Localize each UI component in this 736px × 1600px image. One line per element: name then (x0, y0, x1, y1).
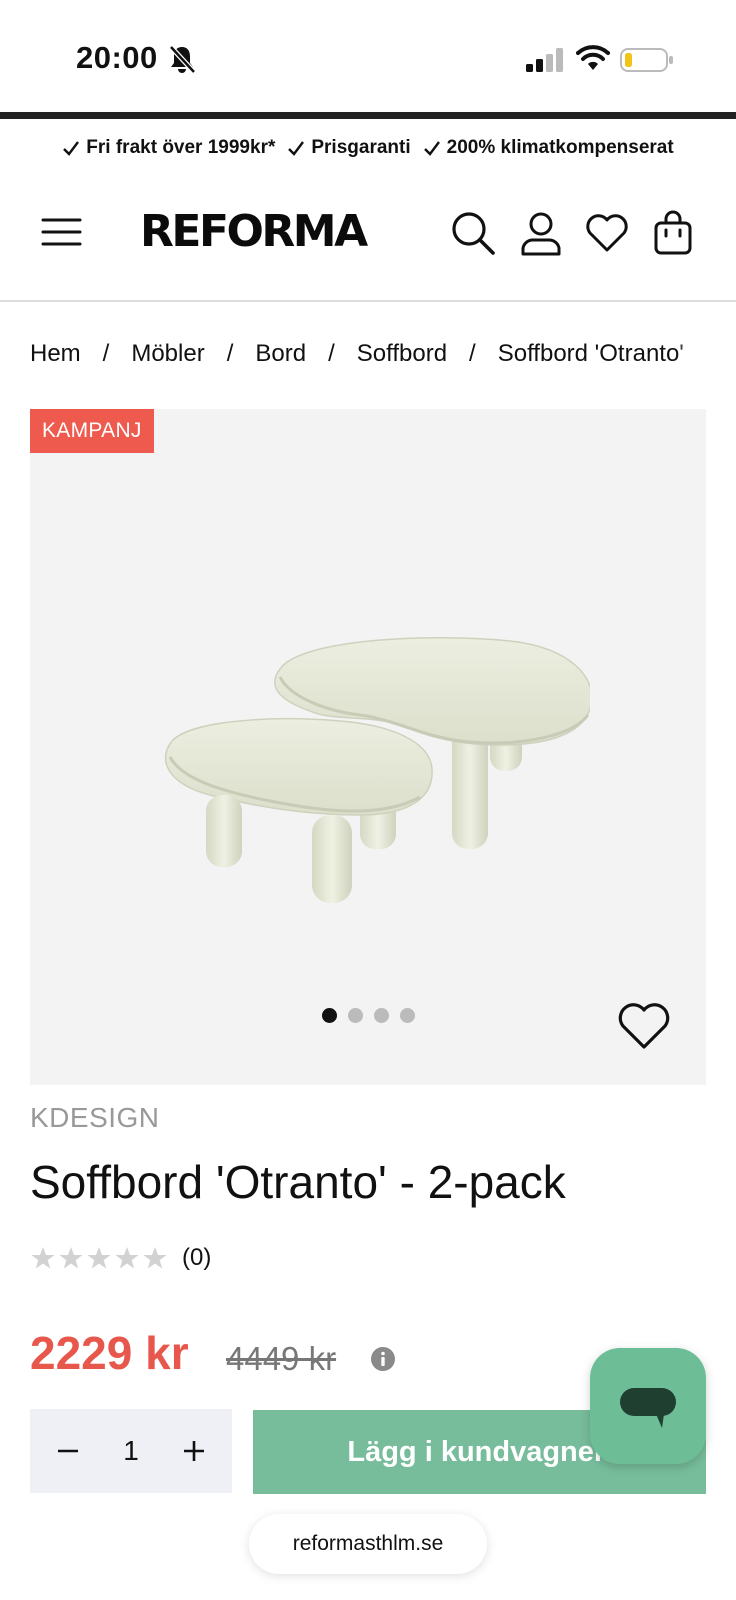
star-icon (115, 1247, 139, 1269)
usp-label: Prisgaranti (311, 137, 411, 158)
product-brand[interactable]: KDESIGN (30, 1102, 160, 1134)
wishlist-heart-icon[interactable] (616, 1001, 672, 1051)
check-icon (288, 141, 305, 156)
breadcrumb-item-hem[interactable]: Hem (30, 340, 81, 368)
breadcrumb-item-bord[interactable]: Bord (255, 340, 306, 368)
heart-icon[interactable] (584, 210, 630, 256)
carousel-dot[interactable] (374, 1008, 389, 1023)
breadcrumb-item-soffbord[interactable]: Soffbord (357, 340, 447, 368)
campaign-badge: KAMPANJ (30, 409, 154, 453)
chat-icon (620, 1388, 676, 1428)
battery-icon (620, 48, 673, 72)
rating-count: (0) (182, 1244, 212, 1271)
breadcrumb-separator: / (469, 340, 476, 367)
star-icon (31, 1247, 55, 1269)
quantity-stepper: 1 (30, 1409, 232, 1493)
breadcrumb-separator: / (102, 340, 110, 367)
usp-label: Fri frakt över 1999kr* (86, 137, 276, 158)
carousel-dot[interactable] (322, 1008, 337, 1023)
usp-item: 200% klimatkompenserat (423, 137, 674, 159)
product-image-carousel[interactable]: KAMPANJ (30, 409, 706, 1085)
quantity-value[interactable]: 1 (123, 1435, 139, 1467)
shopping-bag-icon[interactable] (650, 210, 696, 256)
search-icon[interactable] (450, 210, 496, 256)
star-icon (59, 1247, 83, 1269)
check-icon (423, 141, 440, 156)
browser-divider (0, 112, 736, 119)
breadcrumb: Hem / Möbler / Bord / Soffbord / Soffbor… (30, 334, 706, 374)
wifi-icon (576, 45, 610, 70)
product-image (164, 637, 590, 903)
breadcrumb-separator: / (226, 340, 234, 367)
product-rating[interactable]: (0) (30, 1244, 211, 1272)
usp-item: Prisgaranti (287, 137, 411, 159)
bell-muted-icon (169, 45, 196, 74)
check-icon (63, 141, 80, 156)
minus-icon[interactable] (56, 1439, 80, 1463)
account-icon[interactable] (518, 210, 564, 256)
breadcrumb-item-current: Soffbord 'Otranto' (497, 340, 684, 367)
hamburger-menu-icon[interactable] (40, 214, 84, 250)
cellular-signal-icon (526, 48, 563, 72)
usp-bar: Fri frakt över 1999kr* Prisgaranti 200% … (0, 128, 736, 168)
url-bar[interactable]: reformasthlm.se (249, 1514, 487, 1574)
original-price: 4449 kr (226, 1340, 337, 1377)
carousel-dot[interactable] (400, 1008, 415, 1023)
star-icon (87, 1247, 111, 1269)
plus-icon[interactable] (182, 1439, 206, 1463)
breadcrumb-separator: / (328, 340, 335, 367)
product-title: Soffbord 'Otranto' - 2-pack (30, 1156, 566, 1208)
breadcrumb-fade (676, 334, 706, 374)
status-time: 20:00 (76, 40, 158, 75)
star-icon (143, 1247, 167, 1269)
usp-item: Fri frakt över 1999kr* (62, 137, 275, 159)
carousel-dot[interactable] (348, 1008, 363, 1023)
site-logo[interactable]: REFORMA (140, 206, 368, 257)
breadcrumb-item-mobler[interactable]: Möbler (131, 340, 204, 368)
status-bar: 20:00 (0, 0, 736, 112)
carousel-dots (322, 1008, 415, 1023)
usp-label: 200% klimatkompenserat (446, 137, 674, 158)
info-icon[interactable] (370, 1346, 396, 1372)
chat-button[interactable] (590, 1348, 706, 1464)
sale-price: 2229 kr (30, 1327, 189, 1379)
site-header: REFORMA (0, 176, 736, 302)
